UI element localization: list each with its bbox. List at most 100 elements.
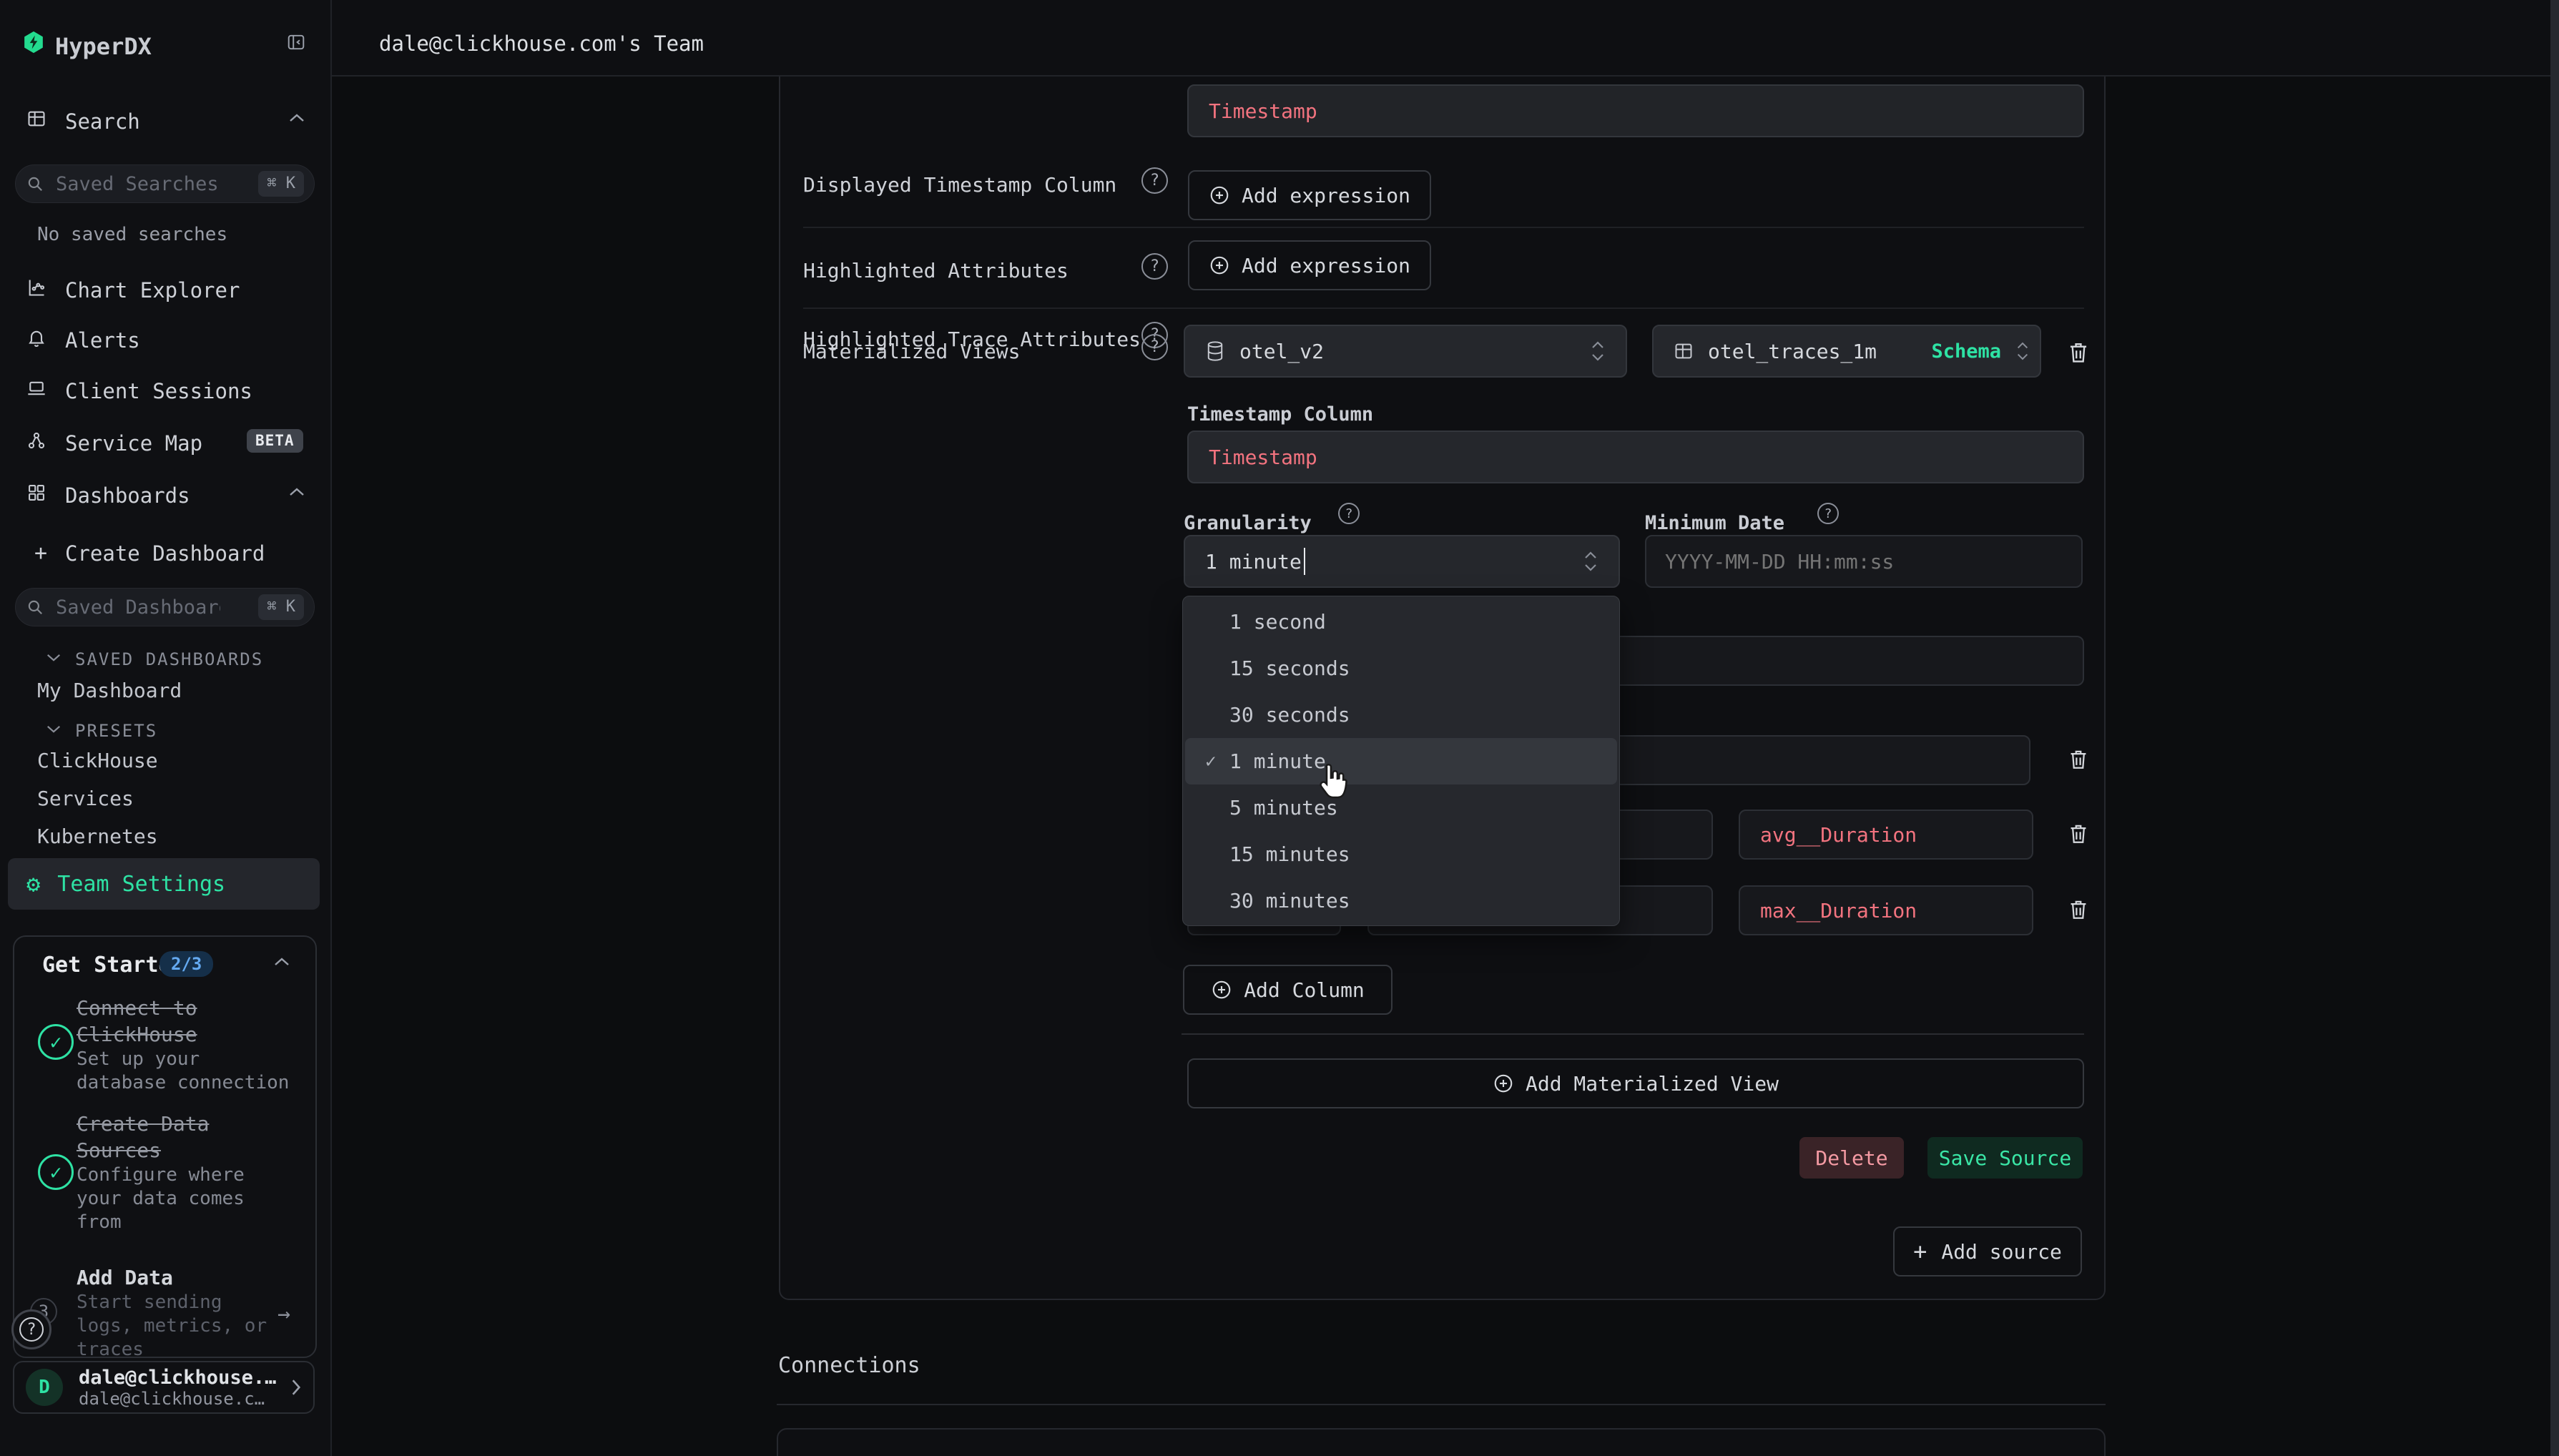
displayed-timestamp-input[interactable]: Timestamp	[1187, 84, 2084, 137]
question-icon: ?	[19, 1317, 44, 1342]
help-icon[interactable]: ?	[1141, 253, 1168, 280]
user-menu[interactable]: D dale@clickhouse.… dale@clickhouse.c…	[13, 1361, 315, 1414]
laptop-icon	[26, 378, 46, 398]
search-icon	[26, 174, 44, 193]
gear-icon: ⚙	[26, 872, 40, 895]
menu-option[interactable]: 1 second	[1185, 599, 1617, 645]
granularity-combobox[interactable]: 1 minute	[1184, 535, 1620, 588]
plus-icon: +	[1913, 1240, 1927, 1263]
row-divider	[803, 308, 2084, 309]
search-section-icon	[26, 109, 46, 129]
menu-option[interactable]: 30 minutes	[1185, 877, 1617, 924]
chevron-down-icon[interactable]	[46, 724, 62, 734]
materialized-column-value: max__Duration	[1760, 899, 1917, 923]
sidebar-item-service-map[interactable]: Service Map	[65, 431, 202, 456]
add-expression-label: Add expression	[1242, 184, 1410, 207]
presets-header[interactable]: PRESETS	[75, 721, 157, 741]
menu-option[interactable]: 15 minutes	[1185, 831, 1617, 877]
menu-option[interactable]: 5 minutes	[1185, 784, 1617, 831]
timestamp-column-value: Timestamp	[1209, 446, 1317, 469]
sidebar-item-client-sessions[interactable]: Client Sessions	[65, 379, 252, 403]
plus-circle-icon	[1209, 185, 1230, 206]
hyperdx-logo-icon	[24, 31, 44, 54]
delete-column-button[interactable]	[2063, 744, 2094, 775]
connections-heading: Connections	[778, 1353, 920, 1378]
menu-option[interactable]: 15 seconds	[1185, 645, 1617, 692]
collapse-sidebar-icon[interactable]	[287, 33, 305, 51]
delete-source-button[interactable]: Delete	[1799, 1137, 1904, 1179]
section-divider	[1182, 1033, 2084, 1035]
add-source-button[interactable]: + Add source	[1893, 1226, 2082, 1277]
saved-dashboards-input[interactable]	[54, 596, 222, 619]
step-title: Add Data	[77, 1264, 271, 1291]
row-divider	[803, 227, 2084, 228]
menu-option[interactable]: 30 seconds	[1185, 692, 1617, 738]
timestamp-column-input[interactable]: Timestamp	[1187, 431, 2084, 483]
delete-column-button[interactable]	[2063, 818, 2094, 850]
sidebar-item-services[interactable]: Services	[37, 787, 134, 810]
sidebar-item-chart-explorer[interactable]: Chart Explorer	[65, 278, 240, 302]
team-title: dale@clickhouse.com's Team	[379, 31, 704, 56]
displayed-timestamp-value: Timestamp	[1209, 99, 1317, 123]
minimum-date-field[interactable]	[1645, 535, 2083, 588]
mv-materialized-column-input[interactable]: max__Duration	[1739, 885, 2033, 935]
create-dashboard-button[interactable]: Create Dashboard	[65, 541, 265, 566]
help-icon[interactable]: ?	[1141, 167, 1168, 194]
help-icon[interactable]: ?	[1141, 334, 1168, 360]
add-materialized-view-button[interactable]: Add Materialized View	[1187, 1058, 2084, 1108]
chevron-up-icon[interactable]	[273, 957, 290, 967]
sidebar-item-my-dashboard[interactable]: My Dashboard	[37, 679, 182, 702]
get-started-panel: Get Started 2/3 ✓ Connect to ClickHouse …	[13, 935, 317, 1358]
saved-dashboards-header[interactable]: SAVED DASHBOARDS	[75, 649, 263, 669]
delete-column-button[interactable]	[2063, 894, 2094, 925]
delete-materialized-view-button[interactable]	[2063, 337, 2094, 368]
granularity-dropdown-menu: 1 second 15 seconds 30 seconds ✓ 1 minut…	[1182, 596, 1620, 926]
get-started-step[interactable]: Connect to ClickHouse Set up your databa…	[77, 995, 298, 1095]
vertical-scrollbar[interactable]	[2550, 0, 2559, 1456]
step-complete-icon: ✓	[38, 1154, 74, 1190]
database-select-value: otel_v2	[1239, 340, 1324, 363]
minimum-date-input[interactable]	[1646, 550, 2081, 574]
minimum-date-label: Minimum Date	[1645, 512, 1784, 534]
mv-materialized-column-input[interactable]: avg__Duration	[1739, 810, 2033, 860]
step-desc: Start sending logs, metrics, or traces	[77, 1291, 271, 1358]
sidebar: HyperDX Search ⌘ K	[0, 0, 332, 1456]
help-button[interactable]: ?	[11, 1309, 51, 1349]
chevron-up-icon[interactable]	[288, 113, 305, 123]
timestamp-column-label: Timestamp Column	[1187, 403, 1373, 426]
help-icon[interactable]: ?	[1338, 503, 1360, 524]
get-started-step[interactable]: Add Data Start sending logs, metrics, or…	[77, 1264, 271, 1358]
sidebar-item-alerts[interactable]: Alerts	[65, 328, 140, 353]
sidebar-item-dashboards[interactable]: Dashboards	[65, 483, 190, 508]
menu-option-selected[interactable]: ✓ 1 minute	[1185, 738, 1617, 784]
materialized-views-label: Materialized Views	[803, 342, 1020, 362]
section-divider	[777, 1404, 2106, 1405]
add-expression-button[interactable]: Add expression	[1188, 170, 1431, 220]
mouse-cursor	[1315, 762, 1352, 804]
add-column-button[interactable]: Add Column	[1183, 965, 1393, 1015]
sidebar-item-kubernetes[interactable]: Kubernetes	[37, 825, 158, 848]
add-expression-button[interactable]: Add expression	[1188, 240, 1431, 290]
user-email: dale@clickhouse.c…	[79, 1389, 276, 1409]
chevron-up-icon[interactable]	[288, 487, 305, 497]
step-complete-icon: ✓	[38, 1024, 74, 1060]
granularity-label: Granularity	[1184, 512, 1312, 534]
schema-badge[interactable]: Schema	[1931, 340, 2001, 363]
add-source-label: Add source	[1941, 1240, 2062, 1264]
saved-searches-searchbox[interactable]: ⌘ K	[15, 164, 315, 203]
dashboards-icon	[26, 483, 46, 503]
sidebar-item-clickhouse[interactable]: ClickHouse	[37, 749, 158, 772]
sidebar-item-team-settings[interactable]: ⚙ Team Settings	[8, 858, 320, 910]
arrow-right-icon: →	[277, 1302, 290, 1327]
step-desc: Set up your database connection	[77, 1048, 298, 1095]
table-select[interactable]: otel_traces_1m Schema	[1652, 325, 2041, 378]
sidebar-item-search[interactable]: Search	[65, 109, 140, 134]
get-started-step[interactable]: Create Data Sources Configure where your…	[77, 1111, 298, 1234]
saved-searches-input[interactable]	[54, 172, 222, 196]
save-source-button[interactable]: Save Source	[1927, 1137, 2083, 1179]
saved-dashboards-searchbox[interactable]: ⌘ K	[15, 588, 315, 626]
database-select[interactable]: otel_v2	[1184, 325, 1627, 378]
bell-icon	[26, 328, 46, 348]
chevron-down-icon[interactable]	[46, 653, 62, 662]
help-icon[interactable]: ?	[1817, 503, 1839, 524]
